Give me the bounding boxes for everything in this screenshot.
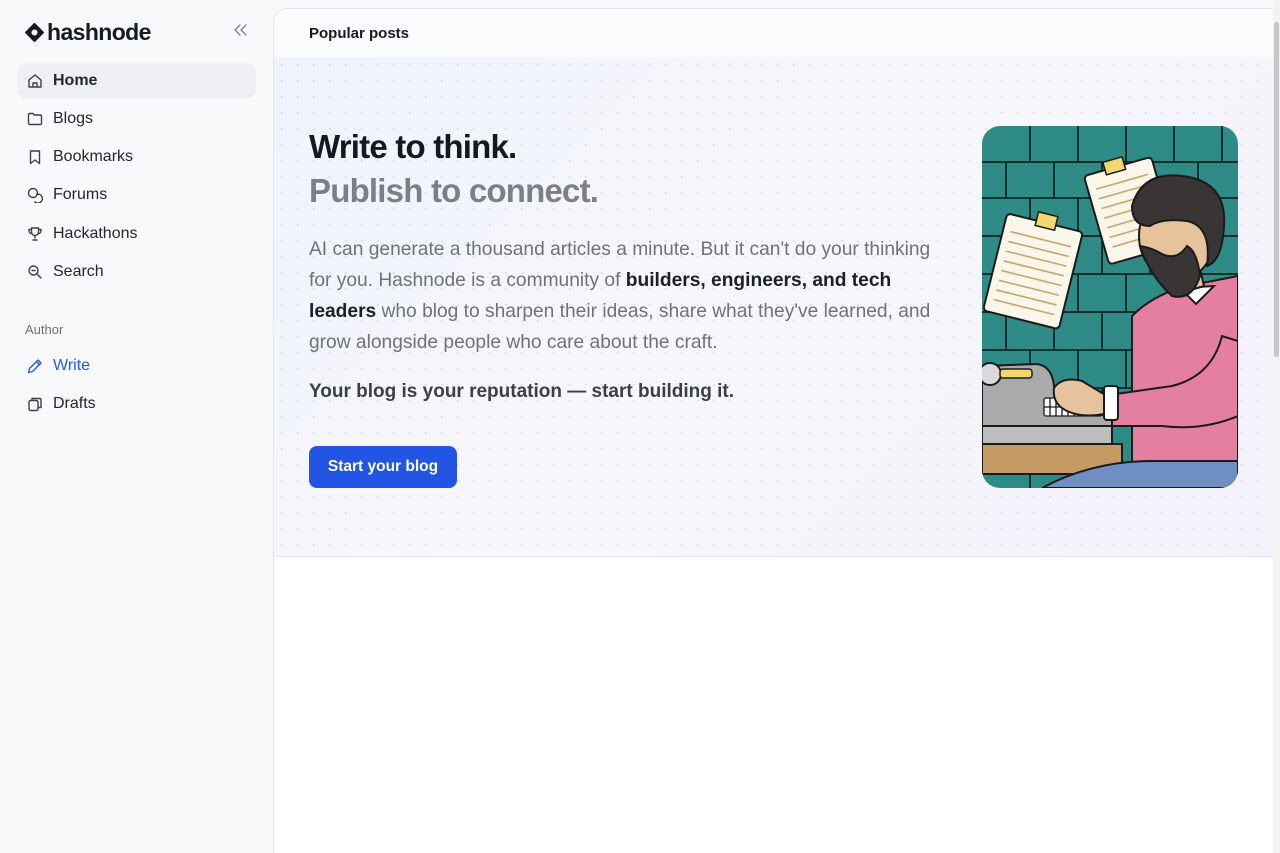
hero-description: AI can generate a thousand articles a mi… — [309, 234, 949, 358]
author-section-label: Author — [25, 322, 64, 337]
forums-icon — [26, 187, 43, 204]
hashnode-logo-icon — [25, 23, 44, 42]
hero-title: Write to think. — [309, 128, 517, 165]
collapse-sidebar-button[interactable] — [230, 21, 252, 43]
sidebar-item-blogs[interactable]: Blogs — [17, 101, 256, 136]
pen-icon — [26, 357, 43, 374]
sidebar-item-label: Blogs — [53, 109, 94, 127]
sidebar-item-label: Home — [53, 71, 98, 89]
home-icon — [26, 72, 43, 89]
page-scrollbar[interactable] — [1273, 0, 1280, 853]
hashnode-logo[interactable]: hashnode — [25, 19, 151, 46]
sidebar-item-label: Hackathons — [53, 224, 138, 242]
scrollbar-thumb[interactable] — [1274, 22, 1279, 357]
sidebar-item-drafts[interactable]: Drafts — [17, 386, 256, 421]
sidebar-item-search[interactable]: Search — [17, 254, 256, 289]
hero-description-text-end: who blog to sharpen their ideas, share w… — [309, 301, 931, 353]
double-chevron-left-icon — [234, 23, 248, 41]
sidebar: hashnode Home Blogs Bookmarks Forums Hac… — [0, 0, 273, 853]
search-icon — [26, 263, 43, 280]
sidebar-item-label: Drafts — [53, 394, 96, 412]
sidebar-item-label: Search — [53, 262, 104, 280]
sidebar-item-bookmarks[interactable]: Bookmarks — [17, 140, 256, 175]
folder-icon — [26, 110, 43, 127]
drafts-icon — [26, 395, 43, 412]
sidebar-item-hackathons[interactable]: Hackathons — [17, 216, 256, 251]
hero-tagline: Your blog is your reputation — start bui… — [309, 381, 735, 402]
sidebar-item-label: Bookmarks — [53, 148, 134, 166]
trophy-icon — [26, 225, 43, 242]
sidebar-item-label: Write — [53, 356, 91, 374]
start-your-blog-button[interactable]: Start your blog — [309, 446, 457, 488]
sidebar-item-write[interactable]: Write — [17, 348, 256, 383]
page-title: Popular posts — [274, 9, 1273, 57]
hero-subtitle: Publish to connect. — [309, 172, 599, 209]
sidebar-item-forums[interactable]: Forums — [17, 178, 256, 213]
author-nav: Write Drafts — [17, 348, 256, 425]
bookmark-icon — [26, 149, 43, 166]
main-panel: Popular posts Write to think. Publish to… — [273, 8, 1273, 853]
hero-banner: Write to think. Publish to connect. AI c… — [274, 57, 1273, 557]
man-at-typewriter-illustration — [982, 126, 1238, 488]
sidebar-item-label: Forums — [53, 186, 108, 204]
brand-name: hashnode — [47, 19, 151, 45]
sidebar-item-home[interactable]: Home — [17, 63, 256, 98]
main-nav: Home Blogs Bookmarks Forums Hackathons S… — [17, 63, 256, 293]
